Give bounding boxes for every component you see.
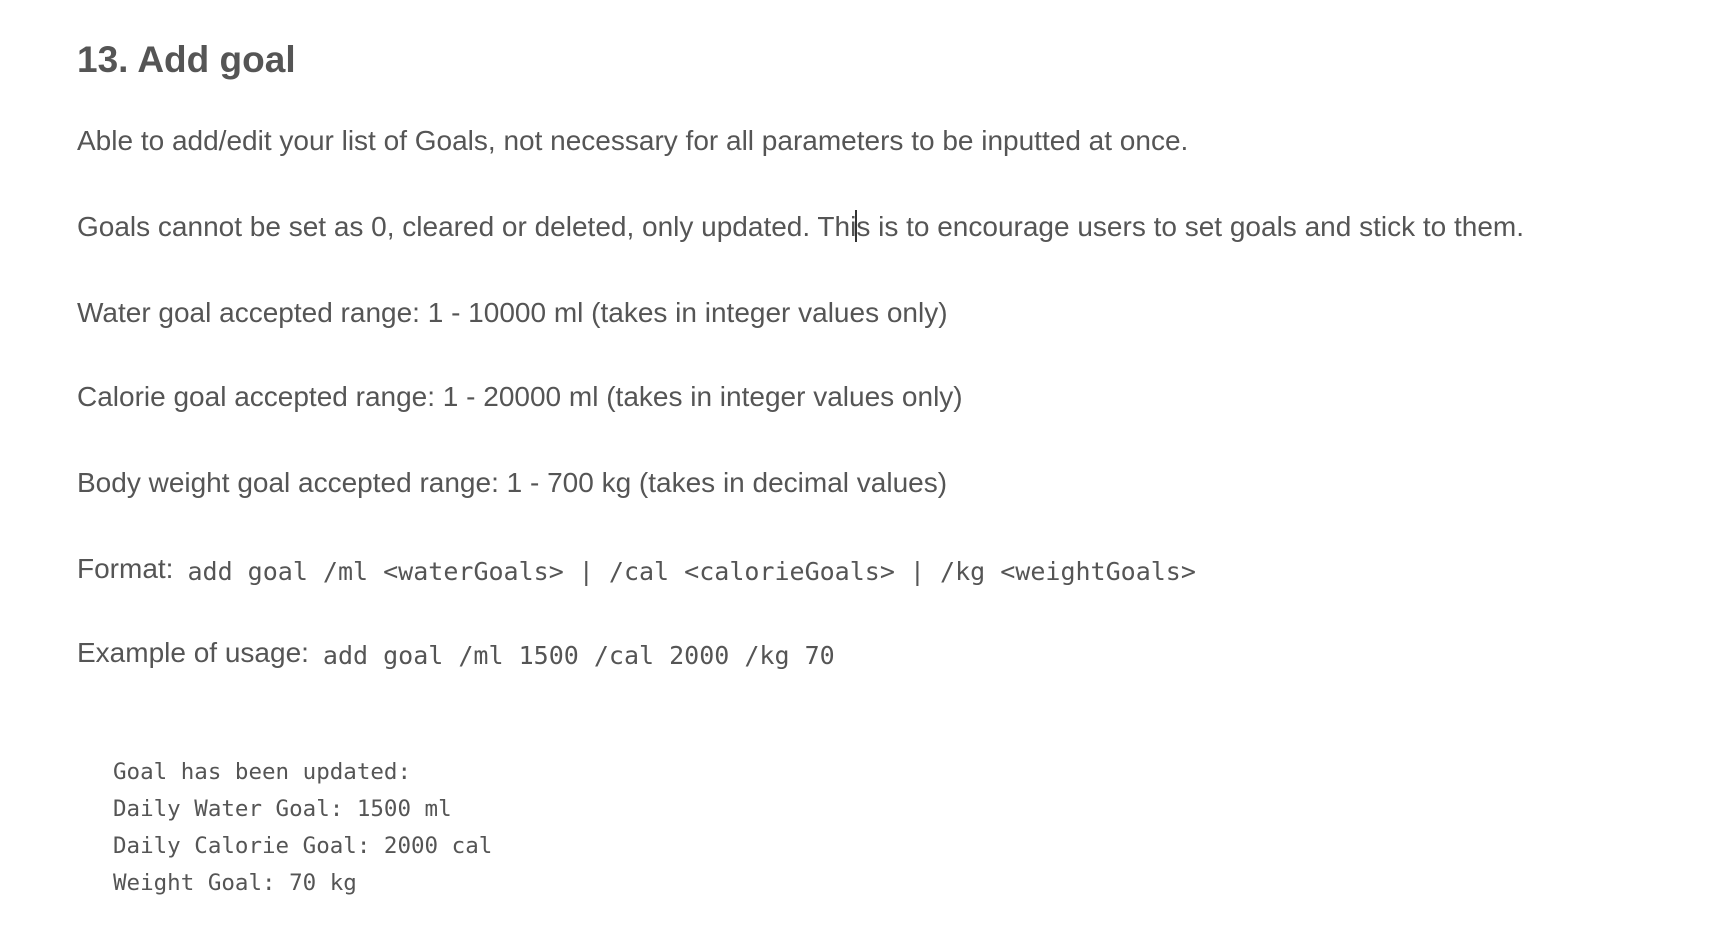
rules-text-after-caret: s is to encourage users to set goals and… <box>856 211 1525 242</box>
output-line: Daily Calorie Goal: 2000 cal <box>113 833 493 859</box>
section-heading: 13. Add goal <box>77 39 296 80</box>
example-code: add goal /ml 1500 /cal 2000 /kg 70 <box>322 641 835 670</box>
output-line: Weight Goal: 70 kg <box>113 870 357 896</box>
output-line: Goal has been updated: <box>113 759 412 785</box>
weight-range-paragraph: Body weight goal accepted range: 1 - 700… <box>77 467 948 498</box>
output-code-block: Goal has been updated: Daily Water Goal: … <box>113 754 492 902</box>
format-line: Format: add goal /ml <waterGoals> | /cal … <box>77 552 1196 587</box>
intro-paragraph: Able to add/edit your list of Goals, not… <box>77 125 1189 156</box>
format-code: add goal /ml <waterGoals> | /cal <calori… <box>187 557 1196 586</box>
rules-text-before-caret: Goals cannot be set as 0, cleared or del… <box>77 211 857 242</box>
rules-paragraph: Goals cannot be set as 0, cleared or del… <box>77 210 1524 244</box>
format-label: Format: <box>77 553 174 584</box>
example-line: Example of usage: add goal /ml 1500 /cal … <box>77 636 835 671</box>
calorie-range-paragraph: Calorie goal accepted range: 1 - 20000 m… <box>77 381 963 412</box>
water-range-paragraph: Water goal accepted range: 1 - 10000 ml … <box>77 297 948 328</box>
output-line: Daily Water Goal: 1500 ml <box>113 796 452 822</box>
example-label: Example of usage: <box>77 637 309 668</box>
